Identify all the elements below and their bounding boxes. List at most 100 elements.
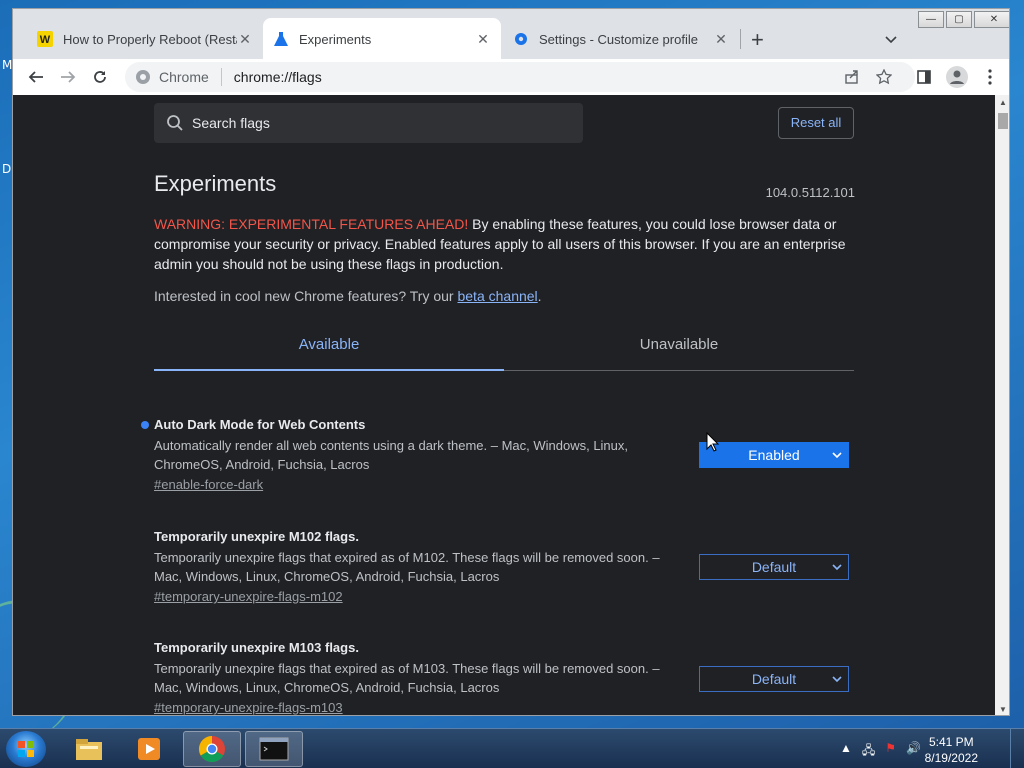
- tab-title: How to Properly Reboot (Restart): [63, 31, 237, 47]
- taskbar: ▲ 🖧 ⚑ 🔊 5:41 PM 8/19/2022: [0, 728, 1024, 768]
- volume-icon[interactable]: 🔊: [906, 741, 921, 762]
- search-icon: [167, 115, 183, 131]
- page-title: Experiments: [154, 171, 277, 196]
- close-tab-icon[interactable]: ✕: [713, 31, 729, 47]
- tab-search-chevron-icon[interactable]: [885, 31, 897, 49]
- action-center-icon[interactable]: ⚑: [885, 741, 896, 762]
- side-panel-icon[interactable]: [915, 68, 933, 86]
- beta-note-text: Interested in cool new Chrome features? …: [154, 288, 458, 304]
- tab-title: Experiments: [299, 31, 372, 47]
- flag-description: Temporarily unexpire flags that expired …: [154, 550, 660, 584]
- reset-all-button[interactable]: Reset all: [778, 107, 854, 139]
- version-label: 104.0.5112.101: [765, 185, 855, 200]
- beta-channel-link[interactable]: beta channel: [457, 288, 537, 304]
- mouse-cursor-icon: [706, 432, 720, 452]
- modified-indicator: [141, 421, 149, 429]
- tab-unavailable[interactable]: Unavailable: [504, 325, 854, 371]
- flag-item: Temporarily unexpire M102 flags. Tempora…: [154, 529, 854, 606]
- reload-icon[interactable]: [91, 68, 109, 86]
- beta-note-end: .: [537, 288, 542, 304]
- close-tab-icon[interactable]: ✕: [237, 31, 253, 47]
- media-player-icon: [138, 738, 160, 760]
- taskbar-chrome[interactable]: [183, 731, 241, 767]
- bookmark-star-icon[interactable]: [875, 68, 893, 86]
- select-value: Enabled: [748, 447, 800, 463]
- url-scheme-label: Chrome: [159, 69, 209, 85]
- vertical-scrollbar[interactable]: ▲ ▼: [995, 95, 1009, 715]
- taskbar-clock[interactable]: 5:41 PM 8/19/2022: [925, 734, 978, 766]
- maximize-button[interactable]: ▢: [946, 11, 972, 28]
- flag-state-select[interactable]: Enabled: [699, 442, 849, 468]
- warning-prefix: WARNING: EXPERIMENTAL FEATURES AHEAD!: [154, 216, 469, 232]
- windows-logo-icon: [18, 741, 34, 757]
- scroll-down-icon[interactable]: ▼: [999, 705, 1007, 714]
- flag-state-select[interactable]: Default: [699, 666, 849, 692]
- close-tab-icon[interactable]: ✕: [475, 31, 491, 47]
- flag-description: Automatically render all web contents us…: [154, 438, 629, 472]
- wikihow-icon: W: [37, 31, 53, 47]
- flags-page: Search flags Reset all Experiments 104.0…: [13, 95, 1009, 715]
- select-value: Default: [751, 671, 797, 687]
- scrollbar-thumb[interactable]: [998, 113, 1008, 129]
- tab-strip: W How to Properly Reboot (Restart) ✕ Exp…: [13, 9, 1009, 60]
- flag-tabs: Available Unavailable: [154, 325, 854, 371]
- network-icon[interactable]: 🖧: [862, 741, 875, 762]
- flag-name: Temporarily unexpire M102 flags.: [154, 529, 359, 544]
- url-text[interactable]: chrome://flags: [234, 69, 322, 85]
- search-flags-input[interactable]: Search flags: [154, 103, 583, 143]
- desktop-icon-label: M: [2, 58, 13, 72]
- cmd-icon: [259, 737, 289, 761]
- browser-toolbar: Chrome chrome://flags: [13, 59, 1009, 95]
- select-value: Default: [751, 559, 797, 575]
- new-tab-button[interactable]: +: [751, 29, 764, 51]
- chevron-down-icon: [832, 443, 842, 477]
- tab-settings[interactable]: Settings - Customize profile ✕: [503, 18, 739, 60]
- warning-text: WARNING: EXPERIMENTAL FEATURES AHEAD! By…: [154, 214, 854, 274]
- kebab-menu-icon[interactable]: [981, 68, 999, 86]
- tray-expand-icon[interactable]: ▲: [840, 741, 852, 762]
- chevron-down-icon: [832, 555, 842, 589]
- clock-time: 5:41 PM: [928, 735, 974, 749]
- close-window-button[interactable]: ✕: [974, 11, 1009, 28]
- flag-state-select[interactable]: Default: [699, 554, 849, 580]
- address-bar[interactable]: Chrome chrome://flags: [125, 62, 915, 92]
- desktop-icon-label: D: [2, 162, 12, 176]
- clock-date: 8/19/2022: [924, 751, 978, 765]
- omnibox-separator: [220, 68, 222, 86]
- tab-title: Settings - Customize profile: [539, 31, 698, 47]
- taskbar-media-player[interactable]: [120, 731, 178, 767]
- beta-channel-note: Interested in cool new Chrome features? …: [154, 288, 542, 304]
- tab-available[interactable]: Available: [154, 325, 504, 371]
- flag-item: Temporarily unexpire M103 flags. Tempora…: [154, 640, 854, 715]
- search-placeholder: Search flags: [192, 115, 270, 131]
- flag-description: Temporarily unexpire flags that expired …: [154, 661, 660, 695]
- show-desktop-button[interactable]: [1010, 729, 1024, 768]
- chevron-down-icon: [832, 667, 842, 701]
- taskbar-cmd[interactable]: [245, 731, 303, 767]
- share-icon[interactable]: [843, 68, 861, 86]
- chrome-icon: [198, 735, 225, 763]
- flag-item: Auto Dark Mode for Web Contents Automati…: [141, 417, 854, 494]
- system-tray: ▲ 🖧 ⚑ 🔊: [840, 741, 921, 762]
- flag-permalink[interactable]: #temporary-unexpire-flags-m102: [154, 589, 343, 604]
- flag-permalink[interactable]: #temporary-unexpire-flags-m103: [154, 700, 343, 715]
- profile-avatar[interactable]: [945, 65, 969, 89]
- browser-window: W How to Properly Reboot (Restart) ✕ Exp…: [12, 8, 1010, 716]
- avatar-icon: [946, 66, 968, 88]
- minimize-button[interactable]: —: [918, 11, 944, 28]
- tab-wikihow[interactable]: W How to Properly Reboot (Restart) ✕: [27, 18, 263, 60]
- flag-permalink[interactable]: #enable-force-dark: [154, 477, 263, 492]
- explorer-icon: [76, 739, 102, 760]
- gear-icon: [513, 31, 529, 47]
- tab-experiments[interactable]: Experiments ✕: [263, 18, 501, 60]
- tab-separator: [740, 29, 741, 49]
- scroll-up-icon[interactable]: ▲: [999, 98, 1007, 107]
- back-arrow-icon[interactable]: [27, 68, 45, 86]
- flask-icon: [273, 31, 289, 47]
- window-controls: — ▢ ✕: [916, 11, 1009, 29]
- start-button[interactable]: [6, 731, 46, 767]
- chrome-logo-icon: [136, 70, 150, 84]
- taskbar-explorer[interactable]: [60, 731, 118, 767]
- forward-arrow-icon[interactable]: [59, 68, 77, 86]
- svg-text:W: W: [40, 34, 51, 46]
